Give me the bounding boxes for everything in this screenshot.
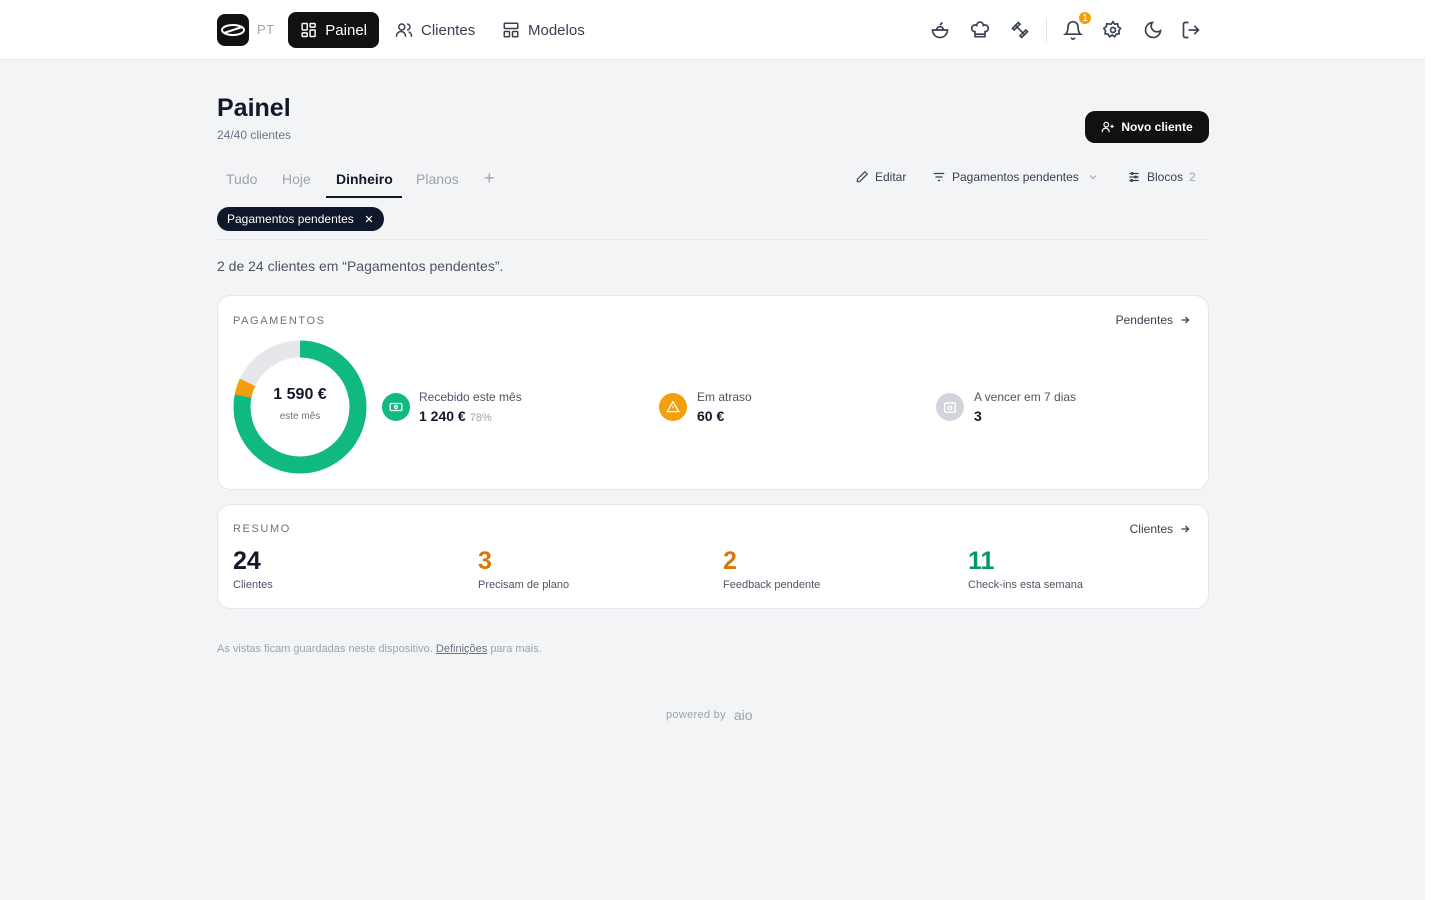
summary-feedback-label: Feedback pendente [723, 579, 821, 591]
nav-clientes[interactable]: Clientes [383, 12, 487, 48]
language-switch[interactable]: PT [257, 22, 275, 37]
food-bowl-button[interactable] [929, 19, 951, 41]
settings-link[interactable]: Definições [436, 643, 487, 655]
logout-icon [1182, 21, 1200, 39]
received-percent: 78% [469, 412, 492, 424]
filter-dropdown[interactable]: Pagamentos pendentes [932, 170, 1099, 184]
logo-icon [221, 24, 245, 36]
close-icon[interactable] [364, 214, 374, 224]
edit-label: Editar [875, 170, 907, 184]
summary-checkins-label: Check-ins esta semana [968, 579, 1083, 591]
summary-clients-label: Clientes [233, 579, 273, 591]
footnote-suffix: para mais. [490, 643, 542, 655]
app-logo[interactable] [217, 14, 249, 46]
overdue-icon-badge [659, 393, 687, 421]
due-soon-value: 3 [974, 408, 982, 424]
top-bar: PT Painel Clientes Modelos 1 [0, 0, 1425, 60]
tab-hoje[interactable]: Hoje [282, 171, 311, 187]
received-label: Recebido este mês [419, 390, 522, 404]
chef-hat-icon [970, 21, 990, 38]
powered-by[interactable]: powered by aio [666, 707, 753, 723]
blocks-count: 2 [1189, 170, 1196, 184]
summary-need-plan-label: Precisam de plano [478, 579, 570, 591]
salad-icon [931, 21, 949, 39]
add-tab-button[interactable]: + [484, 168, 495, 189]
pending-link[interactable]: Pendentes [1116, 313, 1191, 327]
summary-label: RESUMO [233, 523, 291, 535]
dumbbell-icon [1011, 21, 1029, 39]
warning-icon [666, 400, 680, 413]
tab-dinheiro[interactable]: Dinheiro [336, 171, 393, 187]
clients-link-label: Clientes [1129, 522, 1173, 536]
donut-total: 1 590 € [273, 386, 327, 403]
due-soon-icon-badge [936, 393, 964, 421]
arrow-right-icon [1181, 525, 1190, 533]
results-summary: 2 de 24 clientes em “Pagamentos pendente… [217, 258, 504, 274]
donut-period: este mês [279, 411, 321, 422]
active-filter-chip: Pagamentos pendentes [217, 207, 384, 231]
payments-label: PAGAMENTOS [233, 315, 326, 327]
nav-modelos-label: Modelos [528, 21, 585, 39]
blocks-button[interactable]: Blocos 2 [1127, 170, 1196, 184]
pencil-icon [856, 170, 869, 183]
notification-badge: 1 [1077, 10, 1093, 26]
dashboard-icon [301, 22, 316, 38]
banknote-icon [389, 402, 403, 412]
settings-button[interactable] [1102, 19, 1124, 41]
chef-button[interactable] [969, 19, 991, 41]
due-soon-label: A vencer em 7 dias [974, 390, 1077, 404]
scrollbar-track[interactable] [1425, 0, 1440, 900]
page-title: Painel [217, 94, 291, 122]
templates-icon [503, 22, 519, 38]
powered-by-label: powered by [666, 709, 726, 721]
workout-button[interactable] [1009, 19, 1031, 41]
filter-icon [933, 172, 945, 182]
payments-card: PAGAMENTOS Pendentes 1 590 € este mês Re… [217, 295, 1209, 490]
filter-label: Pagamentos pendentes [952, 170, 1079, 184]
new-client-button[interactable]: Novo cliente [1085, 111, 1209, 143]
footnote: As vistas ficam guardadas neste disposit… [217, 643, 542, 655]
brand-logo: aio [733, 707, 753, 723]
received-icon-badge [382, 393, 410, 421]
overdue-value: 60 € [697, 408, 725, 424]
blocks-label: Blocos [1147, 170, 1184, 184]
filter-chip-label: Pagamentos pendentes [227, 212, 354, 226]
toolbar-divider [1046, 18, 1047, 42]
sliders-icon [1129, 172, 1139, 182]
tab-tudo[interactable]: Tudo [226, 171, 257, 187]
nav-clientes-label: Clientes [421, 21, 476, 39]
summary-card: RESUMO Clientes 24 Clientes 3 Precisam d… [217, 504, 1209, 609]
calendar-clock-icon [944, 401, 956, 413]
nav-painel-label: Painel [325, 21, 367, 39]
new-client-label: Novo cliente [1121, 120, 1193, 134]
chevron-down-icon [1089, 175, 1097, 180]
pending-link-label: Pendentes [1115, 313, 1173, 327]
arrow-right-icon [1181, 316, 1190, 324]
received-value: 1 240 €78% [419, 408, 492, 424]
theme-toggle[interactable] [1142, 19, 1164, 41]
nav-painel[interactable]: Painel [288, 12, 379, 48]
moon-icon [1144, 21, 1162, 39]
summary-feedback-value: 2 [723, 547, 737, 575]
summary-clients-value: 24 [233, 547, 261, 575]
nav-modelos[interactable]: Modelos [490, 12, 597, 48]
summary-need-plan-value: 3 [478, 547, 492, 575]
edit-button[interactable]: Editar [855, 170, 906, 184]
tab-planos[interactable]: Planos [416, 171, 459, 187]
overdue-label: Em atraso [697, 390, 752, 404]
clients-link[interactable]: Clientes [1130, 522, 1191, 536]
summary-checkins-value: 11 [968, 547, 995, 575]
users-icon [395, 23, 413, 37]
active-tab-indicator [326, 196, 402, 198]
received-amount: 1 240 € [419, 408, 466, 424]
footnote-text: As vistas ficam guardadas neste disposit… [217, 643, 433, 655]
filter-divider [217, 239, 1209, 240]
user-plus-icon [1101, 121, 1115, 133]
logout-button[interactable] [1180, 19, 1202, 41]
client-count: 24/40 clientes [217, 128, 292, 142]
gear-icon [1103, 20, 1122, 38]
payments-donut [233, 340, 367, 474]
